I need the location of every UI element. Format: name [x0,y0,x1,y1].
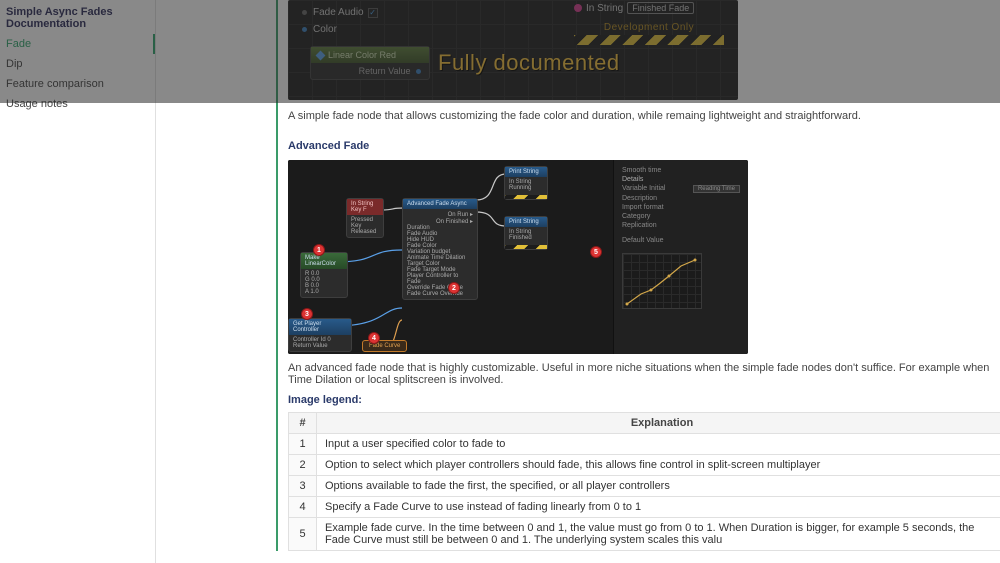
linear-color-node: Linear Color Red Return Value [310,46,430,80]
print-finished-node: Print String In String Finished [504,216,548,250]
main-content: Fade Audio ✓ Color Linear Color Red Retu… [156,0,1000,563]
advanced-fade-node-title: Advanced Fade Async [403,199,477,209]
marker-2: 2 [448,282,460,294]
in-string-label: In String [586,3,623,14]
input-key-node: In String Key F Pressed Key Released [346,198,384,238]
marker-5: 5 [590,246,602,258]
sidebar: Simple Async Fades Documentation Fade Di… [0,0,156,563]
marker-4: 4 [368,332,380,344]
col-num: # [289,413,317,434]
return-value-label: Return Value [359,66,411,76]
fade-audio-label: Fade Audio [313,7,364,18]
sidebar-title: Simple Async Fades Documentation [0,0,155,34]
advanced-fade-heading: Advanced Fade [288,140,996,152]
get-player-controller-node: Get Player Controller Controller Id 0 Re… [288,318,352,352]
curve-minigraph [622,253,702,309]
color-row: Color [302,21,378,38]
table-row: 4Specify a Fade Curve to use instead of … [289,497,1000,518]
advanced-fade-node: Advanced Fade Async On Run ▸ On Finished… [402,198,478,300]
table-row: 3Options available to fade the first, th… [289,476,1000,497]
finished-fade-box: Finished Fade [627,2,694,14]
advanced-fade-graphic: In String Key F Pressed Key Released Adv… [288,160,748,354]
print-running-node: Print String In String Running [504,166,548,200]
legend-table: # Explanation 1Input a user specified co… [288,412,1000,551]
advanced-fade-description: An advanced fade node that is highly cus… [288,362,996,386]
table-row: 2Option to select which player controlle… [289,455,1000,476]
input-key-node-title: In String Key F [347,199,383,215]
diamond-icon [316,50,326,60]
sidebar-item-feature-comparison[interactable]: Feature comparison [0,74,155,94]
color-label: Color [313,24,337,35]
simple-fade-description: A simple fade node that allows customizi… [288,110,996,122]
hazard-stripes [574,35,724,45]
panel-dropdown[interactable]: Reading Time [693,185,740,193]
fully-documented-banner: Fully documented [438,50,620,76]
simple-fade-graphic: Fade Audio ✓ Color Linear Color Red Retu… [288,0,738,100]
sidebar-item-usage-notes[interactable]: Usage notes [0,94,155,114]
print-node: In String Finished Fade Development Only [574,0,724,45]
fade-section: Fade Audio ✓ Color Linear Color Red Retu… [276,0,996,551]
fade-audio-row: Fade Audio ✓ [302,4,378,21]
sidebar-item-fade[interactable]: Fade [0,34,155,54]
details-panel: Smooth time Details Variable InitialRead… [613,160,748,354]
linear-color-label: Linear Color Red [328,50,396,60]
fade-audio-checkbox[interactable]: ✓ [368,8,378,18]
table-row: 1Input a user specified color to fade to [289,434,1000,455]
marker-3: 3 [301,308,313,320]
image-legend-heading: Image legend: [288,394,996,406]
table-row: 5Example fade curve. In the time between… [289,518,1000,551]
col-explanation: Explanation [317,413,1000,434]
pink-dot-icon [574,4,582,12]
marker-1: 1 [313,244,325,256]
make-linearcolor-node: Make LinearColor R 0.0G 0.0B 0.0A 1.0 [300,252,348,298]
development-only-label: Development Only [574,22,724,33]
sidebar-item-dip[interactable]: Dip [0,54,155,74]
